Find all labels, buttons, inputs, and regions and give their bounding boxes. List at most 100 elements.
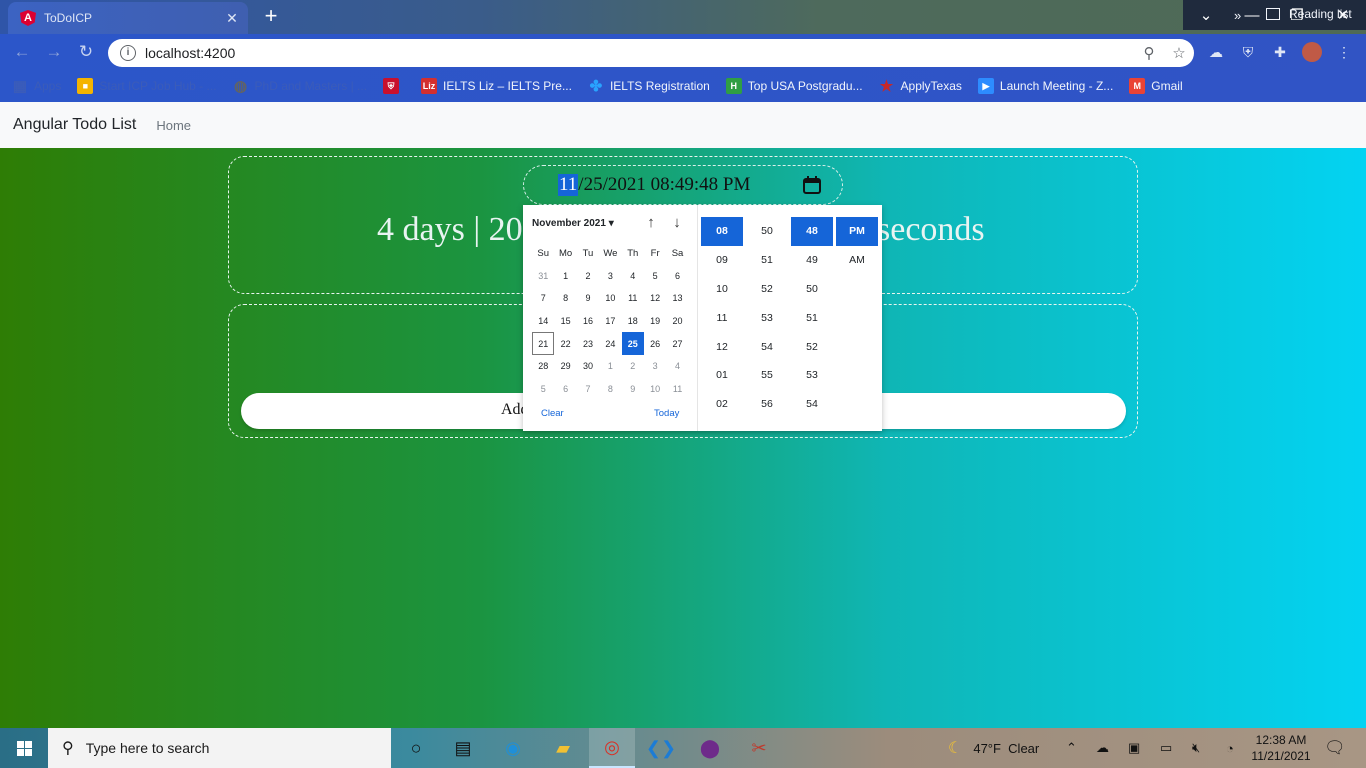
second-option[interactable]: 49 [791, 246, 833, 275]
minute-option[interactable]: 50 [746, 217, 788, 246]
browser-tab[interactable]: A ToDoICP ✕ [8, 2, 248, 34]
hour-option[interactable]: 02 [701, 390, 743, 419]
wifi-icon[interactable]: ◔ [1226, 728, 1234, 768]
hour-option[interactable]: 12 [701, 332, 743, 361]
second-option[interactable]: 50 [791, 275, 833, 304]
calendar-day[interactable]: 9 [622, 378, 644, 401]
datetime-input[interactable]: 11/25/2021 08:49:48 PM [523, 165, 843, 205]
onedrive-cloud-icon[interactable]: ☁ [1096, 728, 1109, 768]
zoom-magnifier-icon[interactable]: ⚲ [1134, 44, 1164, 62]
reading-list-button[interactable]: Reading list [1266, 7, 1352, 21]
calendar-day[interactable]: 20 [666, 310, 688, 333]
tab-close-icon[interactable]: ✕ [224, 10, 240, 27]
calendar-day[interactable]: 9 [577, 287, 599, 310]
calendar-day[interactable]: 6 [554, 378, 576, 401]
calendar-day[interactable]: 23 [577, 332, 599, 355]
start-button[interactable] [0, 728, 48, 768]
calendar-day[interactable]: 11 [666, 378, 688, 401]
datetime-month-segment[interactable]: 11 [558, 174, 579, 196]
bookmark-item[interactable]: Liz IELTS Liz – IELTS Pre... [421, 78, 572, 94]
notification-app-icon[interactable]: ▣ [1128, 728, 1140, 768]
minute-option[interactable]: 51 [746, 246, 788, 275]
new-tab-plus-icon[interactable]: + [258, 4, 284, 30]
extension-shield-icon[interactable]: ⛨ [1238, 42, 1258, 62]
prev-month-arrow-icon[interactable]: ↑ [643, 215, 659, 231]
edge-browser-icon[interactable]: ◉ [490, 728, 536, 768]
battery-icon[interactable]: ▭ [1160, 728, 1172, 768]
calendar-day[interactable]: 10 [644, 378, 666, 401]
calendar-day[interactable]: 3 [599, 265, 621, 288]
extension-cloud-icon[interactable]: ☁ [1206, 42, 1226, 62]
calendar-day[interactable]: 28 [532, 355, 554, 378]
today-button[interactable]: Today [654, 408, 679, 419]
action-center-icon[interactable]: 🗨︎ [1324, 728, 1346, 768]
back-arrow-icon[interactable]: ← [10, 40, 34, 64]
chrome-icon[interactable]: ◎ [589, 728, 635, 768]
bookmarks-overflow-icon[interactable]: » [1234, 8, 1241, 23]
bookmark-star-icon[interactable]: ☆ [1164, 44, 1194, 62]
calendar-day[interactable]: 8 [599, 378, 621, 401]
url-text[interactable]: localhost:4200 [145, 45, 1134, 61]
calendar-day[interactable]: 22 [554, 332, 576, 355]
tab-search-chevron-icon[interactable]: ⌄ [1183, 0, 1229, 30]
second-option[interactable]: 54 [791, 390, 833, 419]
calendar-day[interactable]: 21 [532, 332, 555, 355]
bookmark-item[interactable]: ■ Start ICP Job Hub - ... [77, 78, 217, 94]
calendar-day[interactable]: 26 [644, 332, 666, 355]
calendar-day[interactable]: 1 [599, 355, 621, 378]
calendar-day[interactable]: 4 [666, 355, 688, 378]
bookmark-item[interactable]: ◍ PhD and Masters | ... [233, 78, 367, 95]
bookmark-item[interactable]: H Top USA Postgradu... [725, 78, 863, 94]
calendar-day[interactable]: 5 [644, 265, 666, 288]
minute-option[interactable]: 55 [746, 361, 788, 390]
reload-icon[interactable]: ↻ [74, 40, 98, 64]
second-option[interactable]: 53 [791, 361, 833, 390]
calendar-day[interactable]: 4 [622, 265, 644, 288]
calendar-day[interactable]: 7 [532, 287, 554, 310]
menu-kebab-icon[interactable]: ⋮ [1334, 42, 1354, 62]
show-hidden-icons-chevron-icon[interactable]: ⌃ [1066, 728, 1077, 768]
calendar-day[interactable]: 11 [622, 287, 644, 310]
github-desktop-icon[interactable]: ⬤ [687, 728, 733, 768]
calendar-day[interactable]: 12 [644, 287, 666, 310]
address-bar[interactable]: i localhost:4200 ⚲ ☆ [108, 39, 1194, 67]
hour-option[interactable]: 01 [701, 361, 743, 390]
calendar-day[interactable]: 13 [666, 287, 688, 310]
next-month-arrow-icon[interactable]: ↓ [669, 215, 685, 231]
taskbar-search[interactable]: ⚲ Type here to search [48, 728, 391, 768]
second-option[interactable]: 48 [791, 217, 833, 246]
calendar-day[interactable]: 17 [599, 310, 621, 333]
ampm-option[interactable]: AM [836, 246, 878, 275]
calendar-day[interactable]: 25 [621, 332, 644, 355]
forward-arrow-icon[interactable]: → [42, 40, 66, 64]
hour-option[interactable]: 09 [701, 246, 743, 275]
nav-home-link[interactable]: Home [156, 118, 191, 133]
month-selector[interactable]: November 2021 ▾ [532, 218, 614, 229]
datetime-rest[interactable]: /25/2021 08:49:48 PM [578, 174, 750, 196]
calendar-day[interactable]: 27 [666, 332, 688, 355]
cortana-circle-icon[interactable]: ○ [393, 728, 439, 768]
second-option[interactable]: 52 [791, 332, 833, 361]
bookmark-item[interactable]: ▶ Launch Meeting - Z... [977, 78, 1113, 94]
calendar-day[interactable]: 2 [622, 355, 644, 378]
bookmark-item[interactable]: ▦ Apps [12, 78, 61, 95]
weather-widget[interactable]: ☾ 47°F Clear [948, 728, 1039, 768]
hour-option[interactable]: 08 [701, 217, 743, 246]
calendar-day[interactable]: 10 [599, 287, 621, 310]
minute-option[interactable]: 56 [746, 390, 788, 419]
hour-option[interactable]: 10 [701, 275, 743, 304]
clear-button[interactable]: Clear [541, 408, 564, 419]
calendar-day[interactable]: 18 [622, 310, 644, 333]
calendar-day[interactable]: 8 [554, 287, 576, 310]
calendar-day[interactable]: 31 [532, 265, 554, 288]
minute-option[interactable]: 52 [746, 275, 788, 304]
minute-option[interactable]: 54 [746, 332, 788, 361]
calendar-day[interactable]: 6 [666, 265, 688, 288]
file-explorer-icon[interactable]: ▰ [540, 728, 586, 768]
calendar-day[interactable]: 19 [644, 310, 666, 333]
minute-option[interactable]: 53 [746, 303, 788, 332]
calendar-day[interactable]: 15 [554, 310, 576, 333]
bookmark-item[interactable]: M Gmail [1129, 78, 1183, 94]
hour-option[interactable]: 11 [701, 303, 743, 332]
calendar-day[interactable]: 1 [554, 265, 576, 288]
